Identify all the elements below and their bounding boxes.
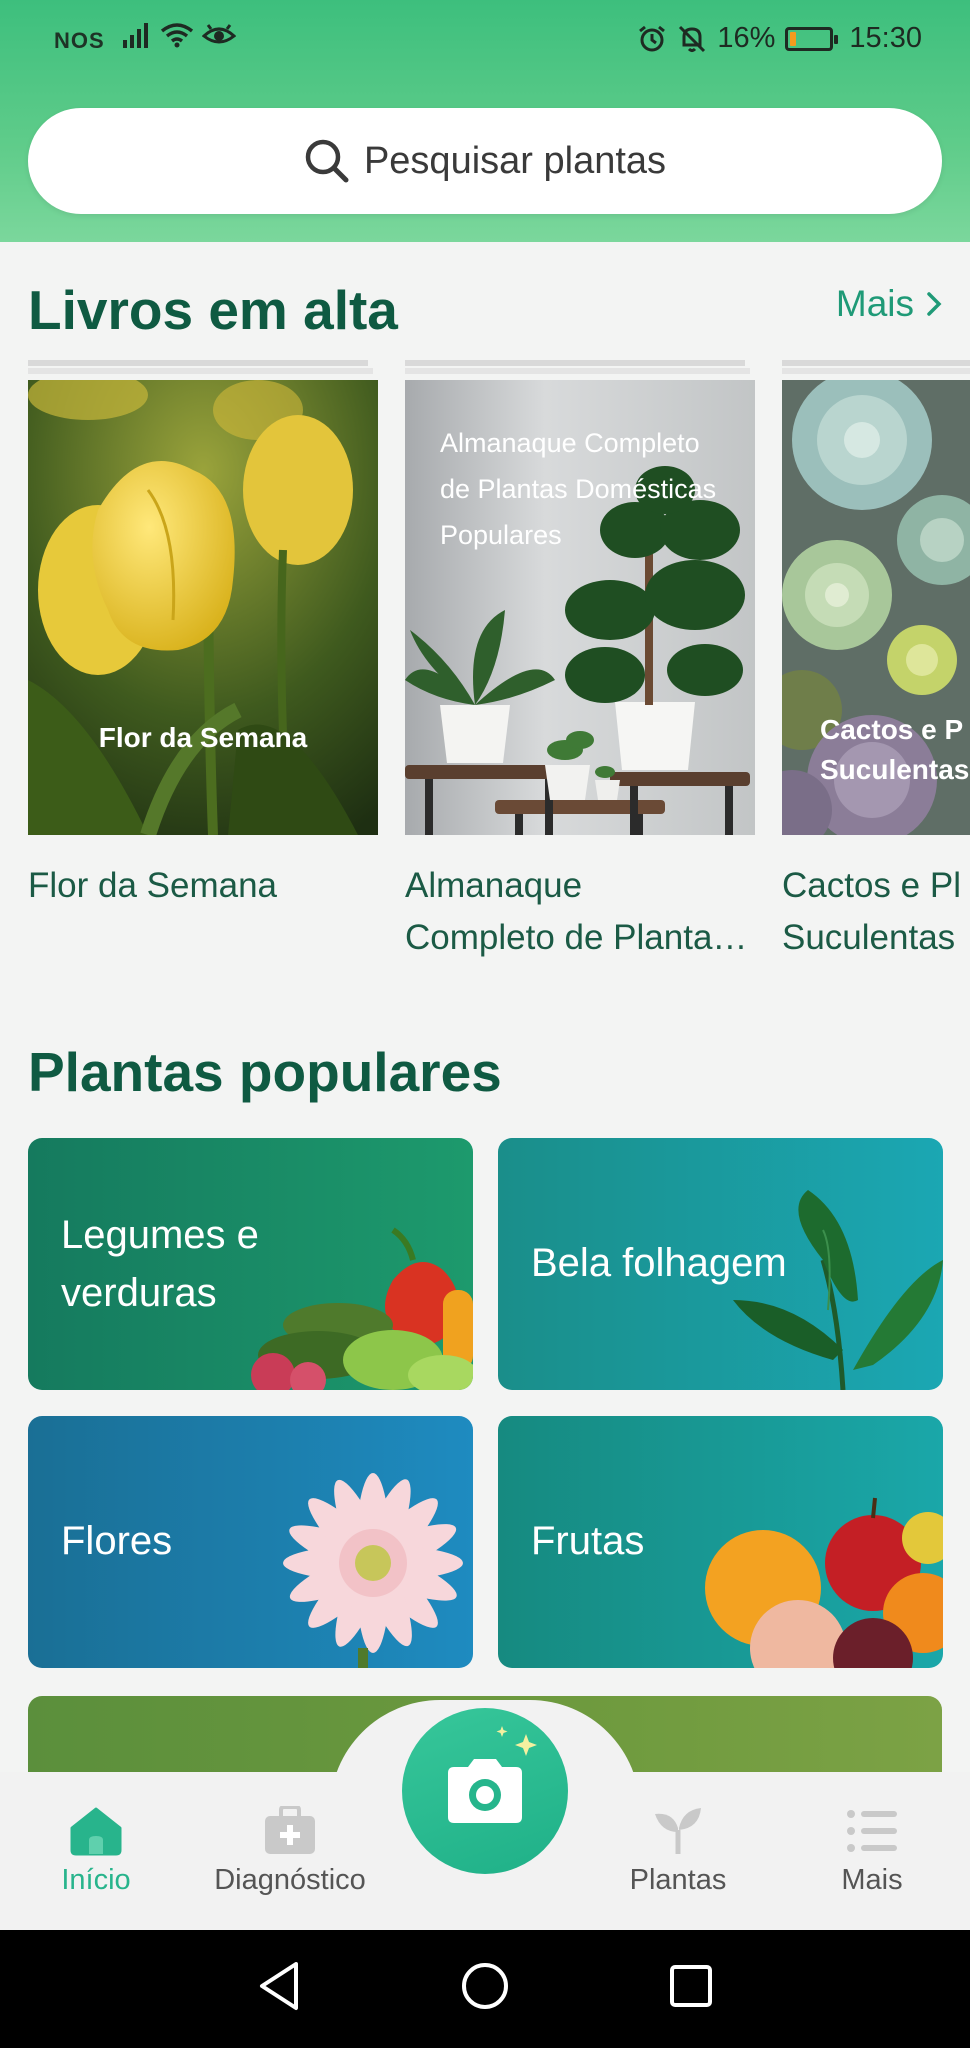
book-title: Cactos e Pl Suculentas <box>782 866 961 957</box>
eye-icon <box>202 24 236 44</box>
search-bar[interactable]: Pesquisar plantas <box>28 108 942 214</box>
book-cover-image: Cactos e P Suculentas <box>782 380 970 835</box>
category-tile-fruits[interactable]: Frutas <box>498 1416 943 1668</box>
gerbera-image <box>283 1473 463 1668</box>
battery-icon <box>785 26 839 51</box>
book-cover-title: Flor da Semana <box>98 722 308 753</box>
back-icon[interactable] <box>256 1960 302 2012</box>
category-tile-foliage[interactable]: Bela folhagem <box>498 1138 943 1390</box>
more-books-link[interactable]: Mais <box>836 283 942 325</box>
system-navigation-bar <box>0 1930 970 2048</box>
nav-item-diagnosis[interactable]: Diagnóstico <box>190 1806 390 1897</box>
book-cover-title: Cactos e P Suculentas <box>820 714 970 785</box>
book-cover-image: Almanaque Completo de Plantas Domésticas… <box>405 380 755 835</box>
search-icon <box>305 139 349 183</box>
clock: 15:30 <box>849 22 922 54</box>
camera-identify-button[interactable] <box>402 1708 568 1874</box>
nav-label: Mais <box>841 1864 903 1896</box>
nav-item-more[interactable]: Mais <box>772 1806 970 1897</box>
battery-level <box>790 31 797 46</box>
status-bar: NOS 16% 15:30 <box>0 0 970 84</box>
tulip-image <box>28 380 378 835</box>
category-tile-flowers[interactable]: Flores <box>28 1416 473 1668</box>
nav-label: Diagnóstico <box>214 1864 366 1896</box>
list-icon <box>847 1810 897 1852</box>
signal-icon <box>123 23 148 48</box>
nav-item-home[interactable]: Início <box>0 1806 196 1897</box>
section-title-popular-plants: Plantas populares <box>28 1041 502 1103</box>
more-link-label: Mais <box>835 283 914 324</box>
nav-label: Plantas <box>629 1864 727 1896</box>
alarm-icon <box>639 25 666 51</box>
home-icon <box>70 1807 122 1856</box>
book-cover-title: Almanaque Completo de Plantas Domésticas… <box>440 428 717 550</box>
home-circle-icon[interactable] <box>460 1960 510 2012</box>
fruits-image <box>705 1497 943 1668</box>
medkit-icon <box>265 1806 315 1854</box>
book-title: Flor da Semana <box>28 866 278 905</box>
carrier-label: NOS <box>54 28 105 53</box>
book-cover-image: Flor da Semana <box>28 380 378 835</box>
mute-bell-icon <box>679 25 706 52</box>
battery-percent: 16% <box>717 22 776 54</box>
tile-label: Legumes e verduras <box>61 1213 259 1315</box>
chevron-right-icon <box>927 292 942 316</box>
search-placeholder: Pesquisar plantas <box>363 139 667 182</box>
tile-label: Frutas <box>531 1519 645 1563</box>
vegetables-image <box>251 1227 473 1390</box>
nav-label: Início <box>61 1864 131 1896</box>
book-title: Almanaque Completo de Plantas Domésticas… <box>405 866 755 957</box>
section-title-trending-books: Livros em alta <box>28 279 398 341</box>
wifi-icon <box>160 23 194 48</box>
tile-label: Flores <box>61 1519 173 1563</box>
tile-label: Bela folhagem <box>531 1241 787 1285</box>
recents-icon[interactable] <box>668 1960 714 2012</box>
sparkle-icon <box>496 1726 537 1756</box>
header: NOS 16% 15:30 Pesquisar plantas <box>0 0 970 242</box>
sprout-icon <box>655 1808 701 1854</box>
nav-item-plants[interactable]: Plantas <box>578 1806 778 1897</box>
category-tile-vegetables[interactable]: Legumes e verduras <box>28 1138 473 1390</box>
books-carousel[interactable]: Flor da Semana Flor da Semana Almanaque … <box>0 360 970 980</box>
